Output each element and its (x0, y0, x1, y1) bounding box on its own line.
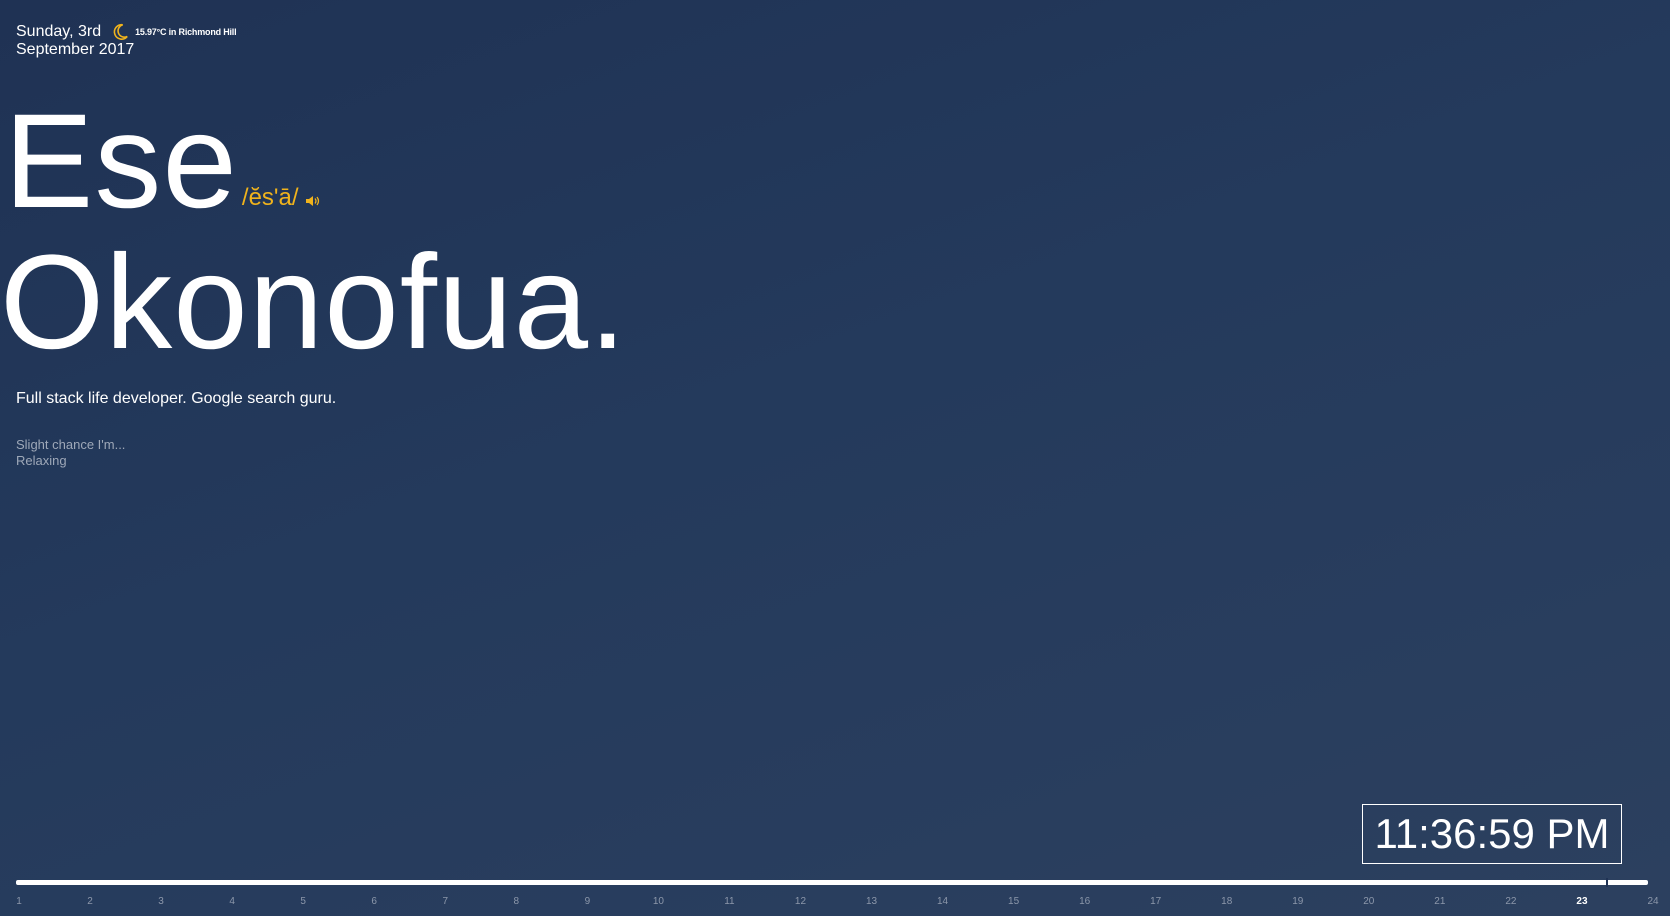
tagline: Full stack life developer. Google search… (16, 390, 337, 407)
status-intro: Slight chance I'm... (16, 437, 126, 452)
date-line-1-row: Sunday, 3rd 15.97°C in Richmond Hill (16, 23, 237, 41)
timeline-hour-label: 20 (1363, 896, 1375, 907)
date-day: Sunday, 3rd (16, 23, 102, 40)
timeline-hour-label: 3 (158, 896, 164, 907)
status-activity: Relaxing (16, 453, 67, 468)
first-name-row: Ese /ĕs'ā/ (4, 92, 321, 232)
first-name: Ese (4, 87, 238, 236)
date-month-year: September 2017 (16, 41, 135, 58)
timeline-hour-label: 22 (1505, 896, 1517, 907)
timeline-hour-label: 4 (229, 896, 235, 907)
last-name: Okonofua. (0, 228, 628, 377)
speaker-icon[interactable] (305, 194, 321, 208)
timeline-hour-ticks: 1 2 3 4 5 6 7 8 9 10 11 12 13 14 15 16 17 18 19 20 21 22 23 24 (0, 896, 1670, 910)
timeline-hour-label: 2 (87, 896, 93, 907)
timeline-hour-label: 5 (300, 896, 306, 907)
clock: 11:36:59 PM (1362, 804, 1622, 864)
timeline-hour-label: 24 (1647, 896, 1659, 907)
timeline-hour-label: 18 (1221, 896, 1233, 907)
timeline-hour-label: 11 (724, 896, 735, 907)
timeline-hour-label: 6 (371, 896, 377, 907)
timeline-hour-label: 14 (937, 896, 949, 907)
timeline-hour-label: 21 (1434, 896, 1446, 907)
timeline-hour-label: 10 (652, 896, 664, 907)
timeline-hour-label: 1 (16, 896, 22, 907)
timeline-hour-label: 8 (513, 896, 520, 907)
date-weather-header: Sunday, 3rd 15.97°C in Richmond Hill Sep… (16, 23, 237, 59)
weather-text: 15.97°C in Richmond Hill (135, 27, 237, 37)
timeline-hour-label: 7 (442, 896, 449, 907)
moon-icon (113, 23, 128, 40)
pronunciation: /ĕs'ā/ (241, 184, 299, 211)
status-block: Slight chance I'm... Relaxing (16, 437, 125, 469)
day-timeline-bar (16, 880, 1648, 885)
timeline-hour-label: 9 (584, 896, 591, 907)
timeline-hour-label: 19 (1292, 896, 1304, 907)
timeline-hour-label: 15 (1008, 896, 1020, 907)
timeline-hour-label: 23 (1576, 896, 1588, 907)
timeline-hour-label: 17 (1150, 896, 1162, 907)
timeline-current-marker (1606, 878, 1608, 887)
timeline-hour-label: 12 (794, 896, 807, 907)
timeline-hour-label: 16 (1079, 896, 1091, 907)
timeline-hour-label: 13 (865, 896, 878, 907)
